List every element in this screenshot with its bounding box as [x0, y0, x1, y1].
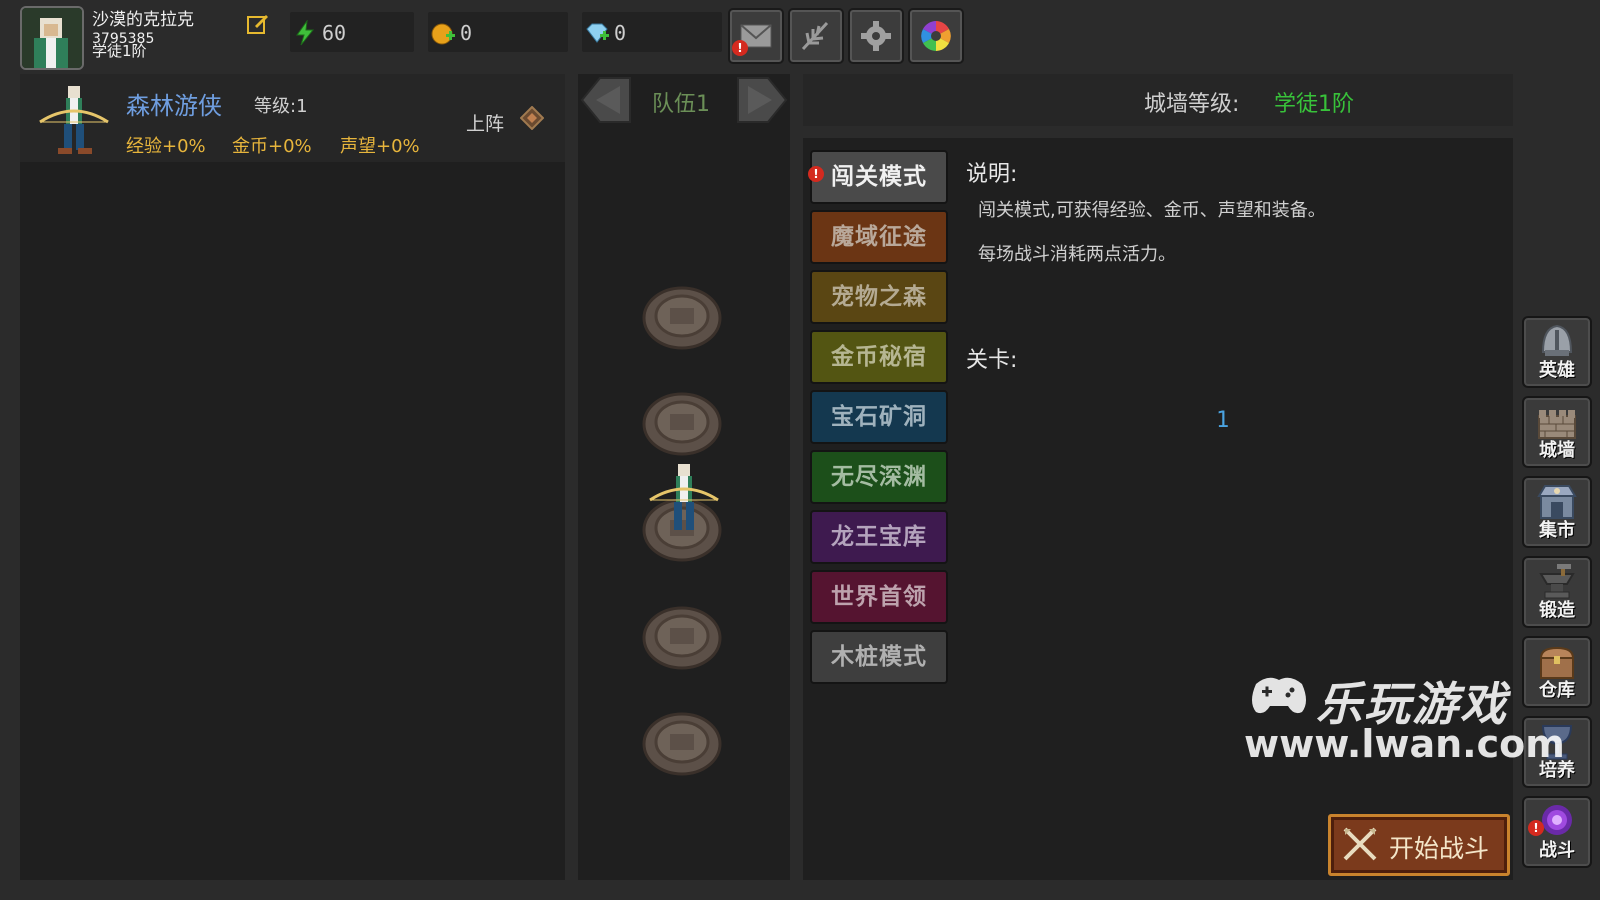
nav-storage[interactable]: 仓库: [1522, 636, 1592, 708]
nav-label: 战斗: [1539, 840, 1575, 861]
nav-label: 仓库: [1539, 680, 1575, 701]
description-title: 说明:: [966, 162, 1018, 187]
prev-team-button[interactable]: [580, 74, 632, 126]
nav-market[interactable]: 集市: [1522, 476, 1592, 548]
color-wheel-icon: [921, 21, 951, 51]
team-slot-5[interactable]: [642, 706, 722, 776]
stage-1-button[interactable]: 1: [1216, 408, 1229, 433]
feather-icon: [801, 21, 829, 51]
stage-title: 关卡:: [966, 348, 1018, 373]
gem-value: 0: [614, 21, 627, 45]
hero-level: 等级:1: [254, 96, 308, 117]
player-name: 沙漠的克拉克: [92, 10, 194, 30]
gamepad-logo-icon: [1248, 670, 1310, 718]
mode-button-training-dummy[interactable]: 木桩模式: [810, 630, 948, 684]
wall-level-label: 城墙等级:: [1144, 92, 1240, 117]
nav-forge[interactable]: 锻造: [1522, 556, 1592, 628]
player-avatar[interactable]: [20, 6, 84, 70]
nav-battle[interactable]: ! 战斗: [1522, 796, 1592, 868]
team-slot-4[interactable]: [642, 600, 722, 670]
pedestal-icon: [642, 606, 722, 670]
story-mode-alert-icon: !: [808, 166, 824, 182]
start-battle-button[interactable]: 开始战斗: [1328, 814, 1510, 876]
deploy-diamond-icon: [519, 105, 545, 131]
gold-counter: 0: [428, 12, 568, 52]
mode-label: 龙王宝库: [831, 524, 927, 550]
hero-portrait: [34, 82, 114, 160]
mode-label: 金币秘宿: [831, 344, 927, 370]
mode-label: 无尽深渊: [831, 464, 927, 490]
pedestal-icon: [642, 712, 722, 776]
hero-bonus-gold: 金币+0%: [232, 136, 312, 157]
description-line: 闯关模式,可获得经验、金币、声望和装备。: [978, 200, 1326, 221]
mode-button-gold-vault[interactable]: 金币秘宿: [810, 330, 948, 384]
settings-button[interactable]: [848, 8, 904, 64]
mode-label: 宠物之森: [831, 284, 927, 310]
mail-alert-icon: !: [732, 40, 748, 56]
player-portrait-icon: [22, 8, 82, 68]
hero-bonus-fame: 声望+0%: [340, 136, 420, 157]
description-line: 每场战斗消耗两点活力。: [978, 244, 1176, 265]
team-slot-1[interactable]: [642, 280, 722, 350]
mode-button-gem-mine[interactable]: 宝石矿洞: [810, 390, 948, 444]
mode-label: 魔域征途: [831, 224, 927, 250]
ranger-hero-icon: [39, 86, 109, 154]
color-wheel-button[interactable]: [908, 8, 964, 64]
nav-label: 集市: [1539, 520, 1575, 541]
mode-button-endless-abyss[interactable]: 无尽深渊: [810, 450, 948, 504]
gold-value: 0: [460, 21, 473, 45]
energy-counter: 60: [290, 12, 414, 52]
nav-label: 英雄: [1539, 360, 1575, 381]
mode-label: 世界首领: [831, 584, 927, 610]
hero-bonus-exp: 经验+0%: [126, 136, 206, 157]
battle-alert-icon: !: [1528, 820, 1544, 836]
skill-button[interactable]: [788, 8, 844, 64]
hero-list-panel: [20, 74, 565, 880]
mode-button-dragon-treasury[interactable]: 龙王宝库: [810, 510, 948, 564]
gold-coin-icon: [431, 23, 455, 45]
energy-value: 60: [322, 21, 347, 45]
nav-label: 锻造: [1539, 600, 1575, 621]
gem-counter: 0: [582, 12, 722, 52]
pedestal-icon: [642, 286, 722, 350]
pedestal-icon: [642, 392, 722, 456]
crossed-swords-icon: [1343, 827, 1377, 861]
energy-icon: [296, 20, 315, 46]
arrow-right-icon: [737, 77, 788, 123]
deploy-label: 上阵: [466, 113, 505, 135]
nav-heroes[interactable]: 英雄: [1522, 316, 1592, 388]
wall-level-value: 学徒1阶: [1274, 92, 1354, 117]
hero-name: 森林游侠: [126, 92, 222, 120]
player-rank: 学徒1阶: [92, 42, 147, 60]
ranger-hero-icon: [649, 464, 719, 530]
gem-icon: [586, 23, 609, 43]
start-battle-label: 开始战斗: [1389, 834, 1490, 863]
mode-label: 闯关模式: [831, 164, 927, 190]
mode-button-story[interactable]: 闯关模式: [810, 150, 948, 204]
mode-button-pet-forest[interactable]: 宠物之森: [810, 270, 948, 324]
mode-label: 木桩模式: [831, 644, 927, 670]
mail-button[interactable]: !: [728, 8, 784, 64]
team-label: 队伍1: [652, 92, 710, 117]
deploy-button[interactable]: [519, 105, 545, 131]
watermark-url: www.lwan.com: [1244, 722, 1565, 766]
nav-wall[interactable]: 城墙: [1522, 396, 1592, 468]
mode-button-world-boss[interactable]: 世界首领: [810, 570, 948, 624]
team-slot-3-hero[interactable]: [646, 460, 722, 540]
arrow-left-icon: [580, 77, 631, 123]
nav-label: 城墙: [1539, 440, 1575, 461]
gear-icon: [861, 21, 891, 51]
mode-label: 宝石矿洞: [831, 404, 927, 430]
next-team-button[interactable]: [736, 74, 788, 126]
edit-name-icon[interactable]: [246, 12, 270, 36]
team-slot-2[interactable]: [642, 386, 722, 456]
mode-button-demon-realm[interactable]: 魔域征途: [810, 210, 948, 264]
